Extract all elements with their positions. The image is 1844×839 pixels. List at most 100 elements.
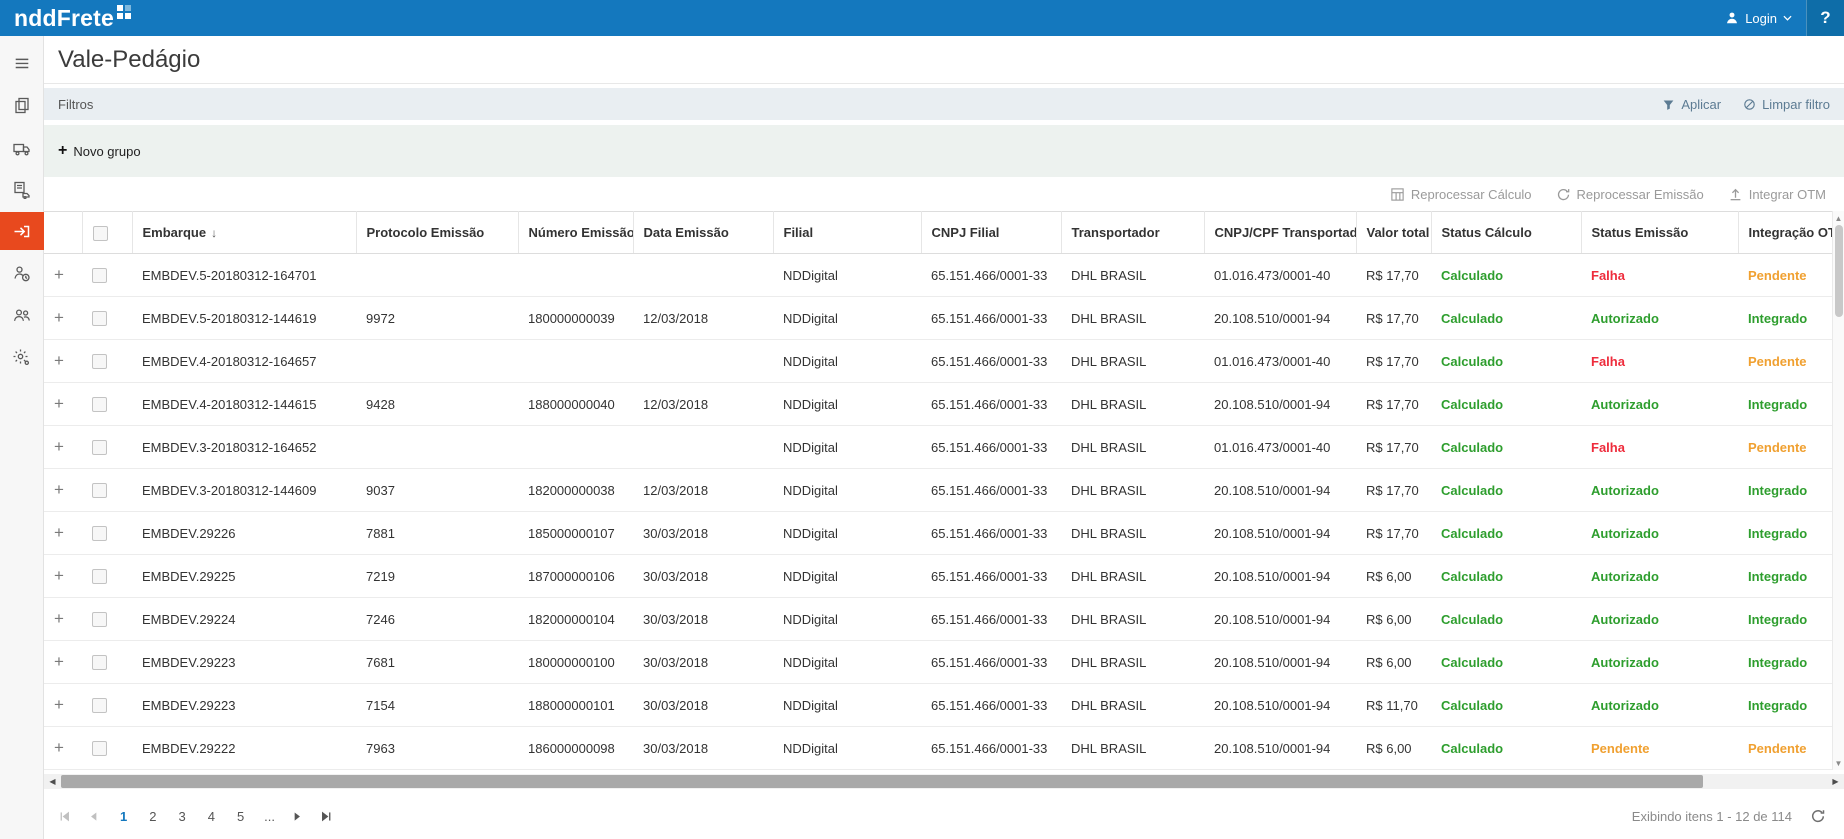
page-number-5[interactable]: 5 — [233, 807, 248, 826]
last-page-button[interactable] — [320, 810, 333, 823]
cell-filial: NDDigital — [773, 426, 921, 469]
row-checkbox[interactable] — [92, 612, 107, 627]
cell-status-calculo: Calculado — [1431, 598, 1581, 641]
new-group-button[interactable]: + Novo grupo — [58, 143, 141, 159]
cell-status-calculo: Calculado — [1431, 641, 1581, 684]
cell-status-calculo: Calculado — [1431, 684, 1581, 727]
table-row[interactable]: + EMBDEV.29225 7219 187000000106 30/03/2… — [44, 555, 1832, 598]
sidebar-item-settings[interactable] — [0, 338, 44, 376]
horizontal-scrollbar[interactable]: ◀ ▶ — [44, 774, 1844, 789]
table-row[interactable]: + EMBDEV.29222 7963 186000000098 30/03/2… — [44, 727, 1832, 770]
pages-ellipsis[interactable]: ... — [264, 809, 275, 824]
page-number-2[interactable]: 2 — [145, 807, 160, 826]
col-header-protocolo[interactable]: Protocolo Emissão — [356, 212, 518, 254]
row-checkbox[interactable] — [92, 569, 107, 584]
col-header-filial[interactable]: Filial — [773, 212, 921, 254]
next-page-button[interactable] — [291, 810, 304, 823]
expand-row-icon[interactable]: + — [54, 609, 64, 628]
expand-row-icon[interactable]: + — [54, 265, 64, 284]
table-row[interactable]: + EMBDEV.4-20180312-164657 NDDigital 65.… — [44, 340, 1832, 383]
row-checkbox[interactable] — [92, 698, 107, 713]
sidebar-item-vale-pedagio[interactable] — [0, 212, 44, 250]
vertical-scroll-thumb[interactable] — [1835, 225, 1843, 317]
col-header-status-calculo[interactable]: Status Cálculo — [1431, 212, 1581, 254]
col-header-data-emissao[interactable]: Data Emissão — [633, 212, 773, 254]
cell-numero-emissao: 180000000039 — [518, 297, 633, 340]
row-checkbox[interactable] — [92, 311, 107, 326]
cell-cnpj-filial: 65.151.466/0001-33 — [921, 426, 1061, 469]
row-checkbox[interactable] — [92, 526, 107, 541]
scroll-right-arrow[interactable]: ▶ — [1827, 774, 1844, 789]
app-logo[interactable]: nddFrete — [0, 1, 131, 35]
clear-filter-button[interactable]: Limpar filtro — [1743, 97, 1830, 112]
help-button[interactable]: ? — [1806, 0, 1844, 36]
table-row[interactable]: + EMBDEV.5-20180312-164701 NDDigital 65.… — [44, 254, 1832, 297]
row-checkbox[interactable] — [92, 268, 107, 283]
sidebar-item-documents[interactable] — [0, 86, 44, 124]
cell-valor-total: R$ 11,70 — [1356, 684, 1431, 727]
login-menu[interactable]: Login — [1711, 0, 1806, 36]
integrate-otm-label: Integrar OTM — [1749, 187, 1826, 202]
sidebar-item-driver[interactable] — [0, 254, 44, 292]
col-header-embarque[interactable]: Embarque↓ — [132, 212, 356, 254]
select-all-checkbox[interactable] — [93, 226, 108, 241]
expand-row-icon[interactable]: + — [54, 437, 64, 456]
table-row[interactable]: + EMBDEV.3-20180312-164652 NDDigital 65.… — [44, 426, 1832, 469]
integrate-otm-button[interactable]: Integrar OTM — [1728, 187, 1826, 202]
page-number-4[interactable]: 4 — [204, 807, 219, 826]
col-header-status-emissao[interactable]: Status Emissão — [1581, 212, 1738, 254]
expand-row-icon[interactable]: + — [54, 480, 64, 499]
menu-toggle-button[interactable] — [0, 44, 44, 82]
col-header-integracao-otm[interactable]: Integração OTM — [1738, 212, 1832, 254]
col-header-cnpj-transportador[interactable]: CNPJ/CPF Transportador — [1204, 212, 1356, 254]
col-header-transportador[interactable]: Transportador — [1061, 212, 1204, 254]
table-row[interactable]: + EMBDEV.4-20180312-144615 9428 18800000… — [44, 383, 1832, 426]
scroll-up-arrow[interactable]: ▲ — [1833, 211, 1844, 225]
apply-filter-button[interactable]: Aplicar — [1662, 97, 1721, 112]
row-checkbox[interactable] — [92, 655, 107, 670]
reprocess-emission-button[interactable]: Reprocessar Emissão — [1556, 187, 1704, 202]
expand-row-icon[interactable]: + — [54, 566, 64, 585]
expand-row-icon[interactable]: + — [54, 351, 64, 370]
table-row[interactable]: + EMBDEV.29224 7246 182000000104 30/03/2… — [44, 598, 1832, 641]
first-page-button[interactable] — [58, 810, 71, 823]
table-row[interactable]: + EMBDEV.5-20180312-144619 9972 18000000… — [44, 297, 1832, 340]
reprocess-calculation-button[interactable]: Reprocessar Cálculo — [1390, 187, 1532, 202]
row-checkbox[interactable] — [92, 741, 107, 756]
row-checkbox[interactable] — [92, 483, 107, 498]
col-header-valor[interactable]: Valor total — [1356, 212, 1431, 254]
scroll-down-arrow[interactable]: ▼ — [1833, 756, 1844, 770]
row-checkbox[interactable] — [92, 397, 107, 412]
sidebar-item-freight-document[interactable] — [0, 170, 44, 208]
table-row[interactable]: + EMBDEV.3-20180312-144609 9037 18200000… — [44, 469, 1832, 512]
page-number-1[interactable]: 1 — [116, 807, 131, 826]
previous-page-button[interactable] — [87, 810, 100, 823]
filters-bar[interactable]: Filtros Aplicar Limpar filtro — [44, 88, 1844, 120]
sidebar-item-truck[interactable] — [0, 128, 44, 166]
scroll-left-arrow[interactable]: ◀ — [44, 774, 61, 789]
table-row[interactable]: + EMBDEV.29226 7881 185000000107 30/03/2… — [44, 512, 1832, 555]
expand-row-icon[interactable]: + — [54, 738, 64, 757]
cell-cnpj-filial: 65.151.466/0001-33 — [921, 297, 1061, 340]
cell-data-emissao: 12/03/2018 — [633, 469, 773, 512]
expand-row-icon[interactable]: + — [54, 523, 64, 542]
col-header-cnpj-filial[interactable]: CNPJ Filial — [921, 212, 1061, 254]
expand-row-icon[interactable]: + — [54, 652, 64, 671]
col-header-numero[interactable]: Número Emissão — [518, 212, 633, 254]
row-checkbox[interactable] — [92, 354, 107, 369]
refresh-button[interactable] — [1810, 808, 1826, 824]
table-row[interactable]: + EMBDEV.29223 7154 188000000101 30/03/2… — [44, 684, 1832, 727]
cell-integracao-otm: Integrado — [1738, 598, 1832, 641]
horizontal-scroll-thumb[interactable] — [61, 775, 1703, 788]
expand-row-icon[interactable]: + — [54, 308, 64, 327]
page-number-3[interactable]: 3 — [174, 807, 189, 826]
row-checkbox[interactable] — [92, 440, 107, 455]
cell-integracao-otm: Pendente — [1738, 727, 1832, 770]
sidebar-item-users[interactable] — [0, 296, 44, 334]
expand-row-icon[interactable]: + — [54, 394, 64, 413]
vertical-scrollbar[interactable]: ▲ ▼ — [1832, 211, 1844, 770]
expand-row-icon[interactable]: + — [54, 695, 64, 714]
cell-filial: NDDigital — [773, 684, 921, 727]
cell-valor-total: R$ 17,70 — [1356, 512, 1431, 555]
table-row[interactable]: + EMBDEV.29223 7681 180000000100 30/03/2… — [44, 641, 1832, 684]
